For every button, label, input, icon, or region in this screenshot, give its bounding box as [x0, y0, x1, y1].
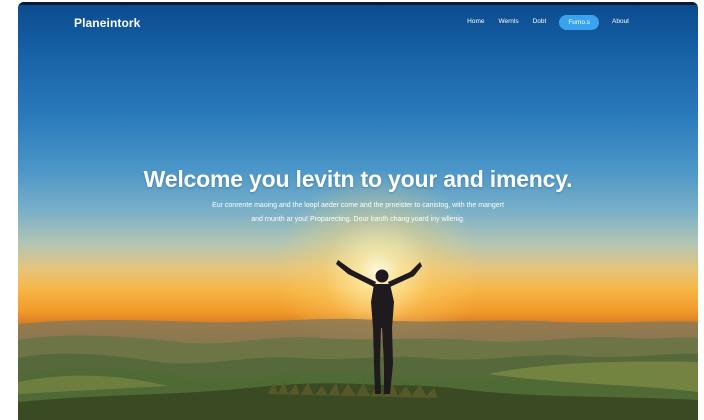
nav-link-home[interactable]: Home: [460, 14, 491, 30]
nav-cta-button[interactable]: Fumo.s: [559, 14, 599, 30]
hero-subtitle: Eur conrente maoing and the loopl aeder …: [158, 199, 558, 227]
hero-title: Welcome you levitn to your and imency.: [143, 166, 573, 192]
nav-link-about[interactable]: About: [605, 14, 636, 30]
nav-link-dobt[interactable]: Dobt: [526, 14, 554, 30]
hero-subtitle-line-2: and rnunth ar you! Proparecting. Dour lr…: [251, 216, 465, 223]
hero-subtitle-line-1: Eur conrente maoing and the loopl aeder …: [212, 202, 504, 209]
nav-link-wernls[interactable]: Wernls: [491, 14, 525, 30]
top-navigation: Planeintork Home Wernls Dobt Fumo.s Abou…: [18, 12, 698, 36]
nav-links: Home Wernls Dobt Fumo.s About: [460, 14, 636, 30]
browser-page: Planeintork Home Wernls Dobt Fumo.s Abou…: [18, 2, 698, 420]
site-logo[interactable]: Planeintork: [74, 16, 140, 30]
